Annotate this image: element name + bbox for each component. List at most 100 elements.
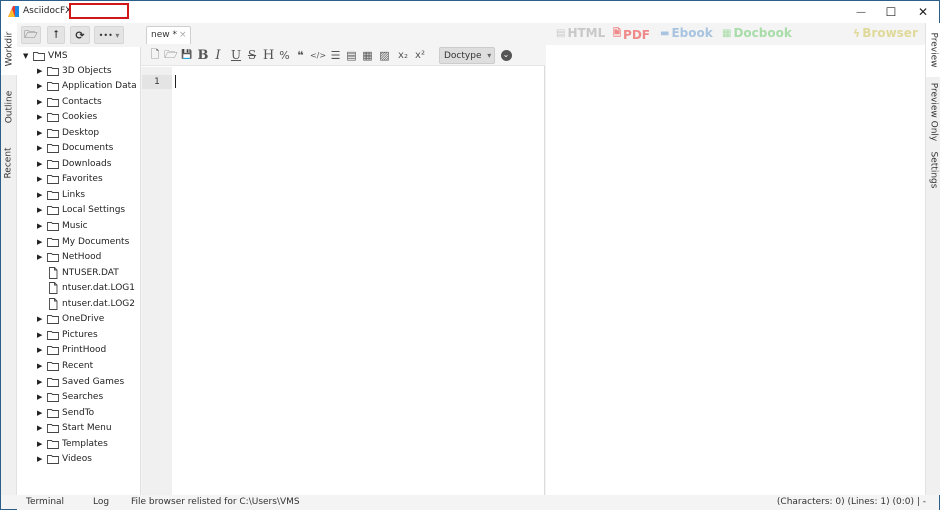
tree-folder-item[interactable]: ▶ Documents: [37, 141, 113, 156]
tree-folder-item[interactable]: ▶ Cookies: [37, 110, 97, 125]
tree-folder-item[interactable]: ▶ My Documents: [37, 234, 129, 249]
block-button[interactable]: ▤: [345, 47, 358, 63]
expand-arrow-icon[interactable]: ▶: [37, 113, 47, 121]
new-file-button[interactable]: 🗋: [148, 47, 162, 63]
expand-arrow-icon[interactable]: ▶: [37, 331, 47, 339]
maximize-button[interactable]: ☐: [876, 3, 906, 21]
editor-text-area[interactable]: [173, 67, 545, 495]
folder-icon: [47, 159, 59, 169]
expand-arrow-icon[interactable]: ▶: [37, 393, 47, 401]
tree-file-item[interactable]: NTUSER.DAT: [37, 265, 119, 280]
expand-toggle-icon[interactable]: ▼: [23, 52, 33, 60]
save-button[interactable]: 💾: [180, 47, 194, 63]
expand-arrow-icon[interactable]: ▶: [37, 424, 47, 432]
folder-icon: [47, 190, 59, 200]
tab-preview-only[interactable]: Preview Only: [926, 79, 940, 145]
tree-folder-item[interactable]: ▶ Favorites: [37, 172, 103, 187]
header-button[interactable]: H: [262, 47, 275, 63]
tree-folder-item[interactable]: ▶ NetHood: [37, 250, 101, 265]
refresh-button[interactable]: ⟳: [70, 26, 90, 44]
expand-arrow-icon[interactable]: ▶: [37, 191, 47, 199]
tree-folder-item[interactable]: ▶ OneDrive: [37, 312, 104, 327]
block-icon: ▤: [346, 48, 357, 62]
unordered-list-button[interactable]: ☰: [329, 47, 342, 63]
expand-arrow-icon[interactable]: ▶: [37, 222, 47, 230]
underline-button[interactable]: U: [230, 47, 242, 63]
subscript-button[interactable]: x₂: [396, 47, 410, 63]
tree-folder-item[interactable]: ▶ Recent: [37, 358, 93, 373]
tree-folder-item[interactable]: ▶ Contacts: [37, 94, 102, 109]
tree-folder-item[interactable]: ▶ Templates: [37, 436, 108, 451]
tree-folder-item[interactable]: ▶ Searches: [37, 390, 103, 405]
table-button[interactable]: ▦: [361, 47, 374, 63]
tree-folder-item[interactable]: ▶ Application Data: [37, 79, 137, 94]
tab-new-document[interactable]: new * ×: [146, 26, 191, 44]
expand-arrow-icon[interactable]: ▶: [37, 378, 47, 386]
expand-arrow-icon[interactable]: ▶: [37, 98, 47, 106]
bold-icon: B: [197, 47, 209, 63]
tree-folder-item[interactable]: ▶ Start Menu: [37, 421, 112, 436]
expand-arrow-icon[interactable]: ▶: [37, 315, 47, 323]
tree-folder-item[interactable]: ▶ Videos: [37, 452, 92, 467]
code-button[interactable]: </>: [310, 47, 326, 63]
expand-arrow-icon[interactable]: ▶: [37, 346, 47, 354]
tree-folder-item[interactable]: ▶ Local Settings: [37, 203, 125, 218]
tab-outline[interactable]: Outline: [1, 83, 17, 131]
expand-arrow-icon[interactable]: ▶: [37, 175, 47, 183]
more-options-button[interactable]: ••• ▾: [94, 26, 124, 44]
strikethrough-button[interactable]: S: [246, 47, 258, 63]
expand-arrow-icon[interactable]: ▶: [37, 253, 47, 261]
tree-folder-item[interactable]: ▶ Downloads: [37, 156, 111, 171]
close-window-button[interactable]: ✕: [908, 3, 938, 21]
expand-arrow-icon[interactable]: ▶: [37, 238, 47, 246]
log-tab[interactable]: Log: [93, 497, 109, 507]
expand-arrow-icon[interactable]: ▶: [37, 206, 47, 214]
tab-settings[interactable]: Settings: [926, 147, 940, 193]
tab-recent[interactable]: Recent: [1, 139, 17, 187]
superscript-button[interactable]: x²: [413, 47, 427, 63]
docbook-export-link[interactable]: ▦ Docbook: [722, 26, 792, 40]
open-file-button[interactable]: 🗁: [164, 47, 178, 63]
file-icon: [49, 266, 58, 279]
pdf-export-link[interactable]: 🗎 PDF: [613, 26, 650, 43]
tree-folder-item[interactable]: ▶ 3D Objects: [37, 63, 112, 78]
expand-arrow-icon[interactable]: ▶: [37, 144, 47, 152]
expand-arrow-icon[interactable]: ▶: [37, 440, 47, 448]
tree-file-item[interactable]: ntuser.dat.LOG2: [37, 296, 135, 311]
ebook-export-link[interactable]: ▬ Ebook: [660, 26, 713, 40]
expand-arrow-icon[interactable]: ▶: [37, 160, 47, 168]
go-up-button[interactable]: ⭡: [47, 26, 65, 44]
quote-button[interactable]: ❝: [294, 47, 307, 63]
tree-item-label: Contacts: [62, 96, 102, 107]
expand-arrow-icon[interactable]: ▶: [37, 67, 47, 75]
expand-arrow-icon[interactable]: ▶: [37, 129, 47, 137]
bold-button[interactable]: B: [197, 47, 209, 63]
expand-arrow-icon[interactable]: ▶: [37, 82, 47, 90]
tab-preview[interactable]: Preview: [926, 23, 940, 77]
tree-root-vms[interactable]: ▼ VMS: [23, 48, 68, 63]
tree-folder-item[interactable]: ▶ Pictures: [37, 327, 98, 342]
tree-folder-item[interactable]: ▶ Music: [37, 219, 88, 234]
tree-folder-item[interactable]: ▶ PrintHood: [37, 343, 106, 358]
tab-workdir[interactable]: Workdir: [1, 23, 17, 75]
italic-button[interactable]: I: [212, 47, 224, 63]
html-export-link[interactable]: ▤ HTML: [556, 26, 605, 40]
expand-arrow-icon[interactable]: ▶: [37, 409, 47, 417]
image-button[interactable]: ▨: [378, 47, 391, 63]
open-folder-button[interactable]: 🗁: [21, 26, 41, 44]
tree-folder-item[interactable]: ▶ Saved Games: [37, 374, 124, 389]
doctype-label: Doctype: [444, 50, 482, 61]
tree-folder-item[interactable]: ▶ Links: [37, 187, 85, 202]
doctype-dropdown[interactable]: Doctype ▾: [439, 47, 495, 64]
link-button[interactable]: %: [278, 47, 291, 63]
tree-folder-item[interactable]: ▶ SendTo: [37, 405, 94, 420]
expand-arrow-icon[interactable]: ▶: [37, 455, 47, 463]
close-tab-icon[interactable]: ×: [179, 30, 187, 40]
more-toolbar-button[interactable]: ⌄: [499, 47, 513, 63]
browser-preview-link[interactable]: ϟ Browser: [853, 26, 918, 40]
tree-file-item[interactable]: ntuser.dat.LOG1: [37, 281, 135, 296]
minimize-button[interactable]: —: [846, 3, 876, 21]
tree-folder-item[interactable]: ▶ Desktop: [37, 125, 99, 140]
expand-arrow-icon[interactable]: ▶: [37, 362, 47, 370]
terminal-tab[interactable]: Terminal: [26, 497, 64, 507]
